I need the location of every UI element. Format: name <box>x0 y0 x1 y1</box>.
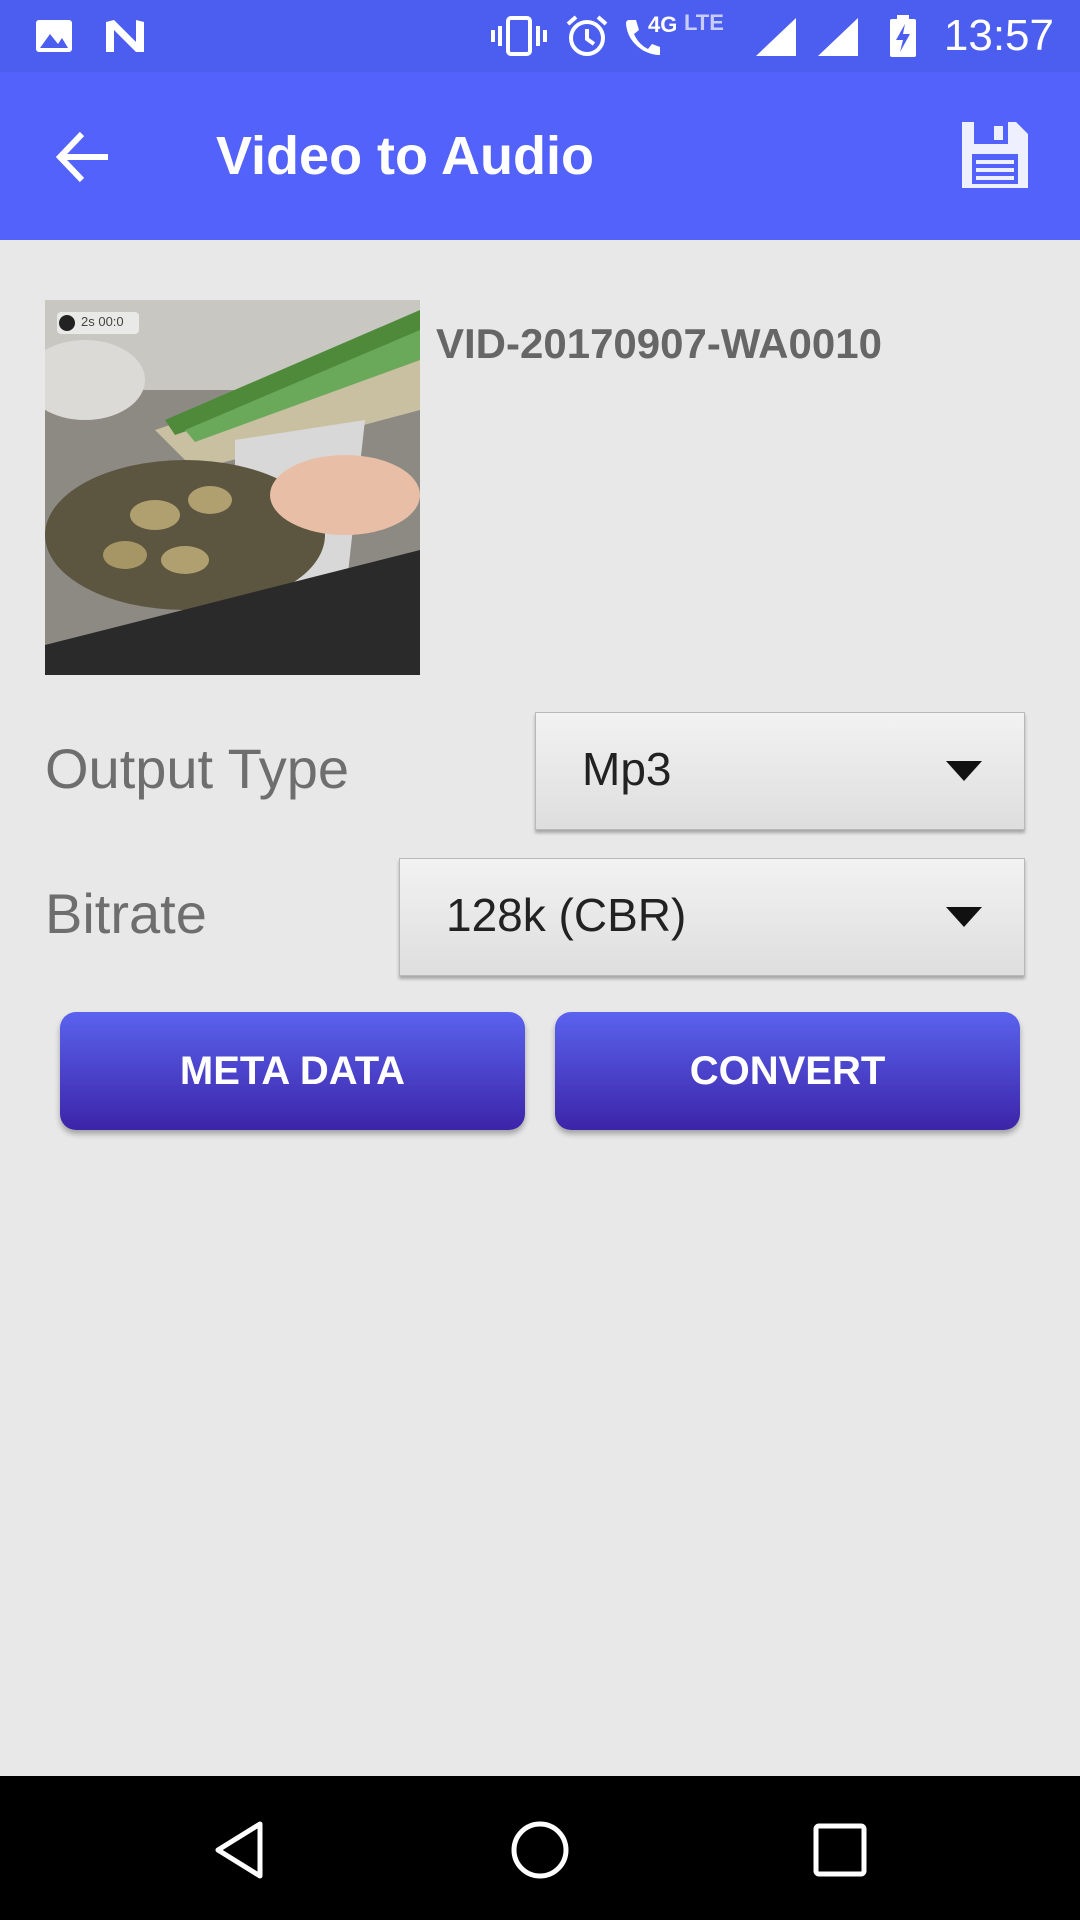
status-time: 13:57 <box>943 11 1054 60</box>
convert-button[interactable]: CONVERT <box>555 1012 1020 1130</box>
video-thumbnail: 2s 00:0 <box>45 300 420 675</box>
screen: 4G LTE 13:57 Video to Audio 2s 00:0 VID-… <box>0 0 1080 1920</box>
floppy-disk-icon[interactable] <box>958 118 1032 192</box>
status-bar: 4G LTE 13:57 <box>0 0 1080 72</box>
back-triangle-icon[interactable] <box>210 1818 274 1882</box>
output-type-value: Mp3 <box>582 743 672 795</box>
output-type-label: Output Type <box>45 737 350 800</box>
app-bar: Video to Audio <box>0 72 1080 240</box>
image-icon <box>36 20 72 52</box>
alarm-icon <box>566 15 608 56</box>
dropdown-arrow-icon <box>946 761 982 781</box>
vibrate-icon <box>491 16 547 56</box>
lte-label: LTE <box>684 10 724 35</box>
video-frame-image <box>45 300 420 675</box>
thumbnail-badge: 2s 00:0 <box>81 314 124 329</box>
dropdown-arrow-icon <box>946 907 982 927</box>
signal-icon <box>818 18 858 56</box>
video-file-name: VID-20170907-WA0010 <box>436 320 882 367</box>
network-type-label: 4G <box>648 12 678 37</box>
signal-icon <box>756 18 796 56</box>
bitrate-dropdown[interactable]: 128k (CBR) <box>399 858 1025 976</box>
recents-square-icon[interactable] <box>808 1818 872 1882</box>
n-icon <box>106 20 144 52</box>
battery-charging-icon <box>890 15 916 57</box>
bitrate-label: Bitrate <box>45 882 207 945</box>
page-title: Video to Audio <box>216 126 594 186</box>
output-type-dropdown[interactable]: Mp3 <box>535 712 1025 830</box>
home-circle-icon[interactable] <box>508 1818 572 1882</box>
navigation-bar <box>0 1776 1080 1920</box>
arrow-back-icon[interactable] <box>50 122 120 192</box>
bitrate-value: 128k (CBR) <box>446 889 687 941</box>
meta-data-button[interactable]: META DATA <box>60 1012 525 1130</box>
